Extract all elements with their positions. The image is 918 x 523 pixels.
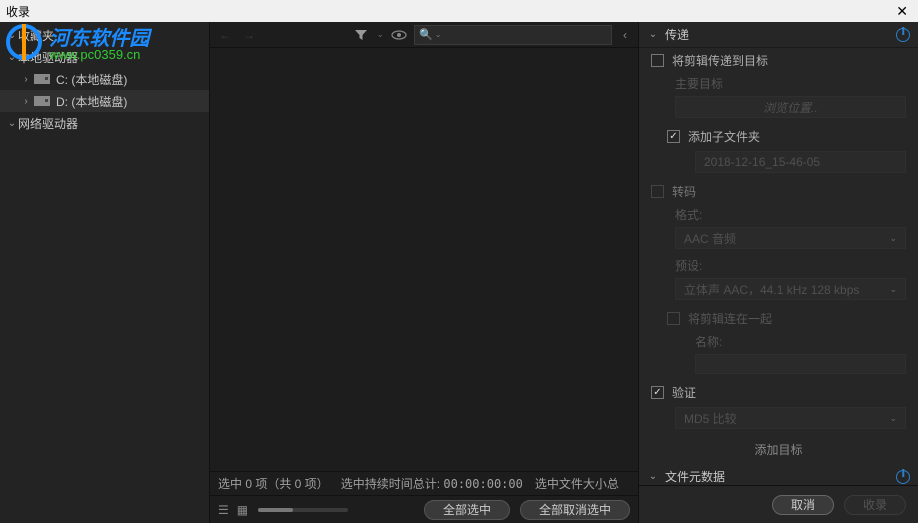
tree-label: 网络驱动器	[18, 115, 78, 132]
opt-join-clips[interactable]: 将剪辑连在一起	[639, 306, 918, 331]
chevron-down-icon: ⌄	[6, 30, 18, 41]
chevron-right-icon: ›	[20, 74, 32, 85]
opt-send-to-target[interactable]: 将剪辑传递到目标	[639, 48, 918, 73]
filter-icon[interactable]	[352, 26, 370, 44]
ingest-button[interactable]: 收录	[844, 495, 906, 515]
section-title: 文件元数据	[665, 468, 725, 485]
toolbar: ← → ⌄ 🔍 ⌄ ‹	[210, 22, 638, 48]
label-primary-target: 主要目标	[639, 73, 918, 94]
tree-label: 本地驱动器	[18, 49, 78, 66]
tree-label: 收藏夹	[18, 27, 54, 44]
status-duration: 选中持续时间总计: 00:00:00:00	[341, 475, 523, 492]
tree-network-drives[interactable]: ⌄ 网络驱动器	[0, 112, 209, 134]
section-metadata[interactable]: ⌄ 文件元数据	[639, 464, 918, 485]
chevron-down-icon: ⌄	[889, 284, 897, 295]
grid-view-icon[interactable]: ▦	[237, 503, 248, 517]
forward-icon[interactable]: →	[240, 26, 258, 44]
tree-local-drives[interactable]: ⌄ 本地驱动器	[0, 46, 209, 68]
browse-location-button[interactable]: 浏览位置..	[675, 96, 906, 118]
checkbox-icon[interactable]	[667, 312, 680, 325]
back-icon[interactable]: ←	[216, 26, 234, 44]
add-target-button[interactable]: 添加目标	[639, 435, 918, 464]
file-browser[interactable]	[210, 48, 638, 471]
list-view-icon[interactable]: ☰	[218, 503, 229, 517]
chevron-down-icon: ⌄	[6, 118, 18, 129]
tree-favorites[interactable]: ⌄ 收藏夹	[0, 24, 209, 46]
label-format: 格式:	[639, 204, 918, 225]
toggle-panel-icon[interactable]: ‹	[618, 28, 632, 42]
name-input[interactable]	[695, 354, 906, 374]
opt-verify[interactable]: 验证	[639, 380, 918, 405]
deselect-all-button[interactable]: 全部取消选中	[520, 500, 630, 520]
checkbox-icon[interactable]	[651, 54, 664, 67]
tree-drive-d[interactable]: › D: (本地磁盘)	[0, 90, 209, 112]
window-title: 收录	[6, 3, 892, 20]
chevron-down-icon: ⌄	[647, 471, 659, 482]
label-preset: 预设:	[639, 255, 918, 276]
chevron-down-icon: ⌄	[889, 233, 897, 244]
section-title: 传递	[665, 26, 689, 43]
checkbox-icon[interactable]	[667, 130, 680, 143]
zoom-slider[interactable]	[258, 508, 348, 512]
subfolder-value[interactable]: 2018-12-16_15-46-05	[695, 151, 906, 173]
search-input[interactable]: 🔍 ⌄	[414, 25, 612, 45]
select-all-button[interactable]: 全部选中	[424, 500, 510, 520]
status-selected: 选中 0 项（共 0 项）	[218, 475, 329, 492]
verify-dropdown[interactable]: MD5 比较 ⌄	[675, 407, 906, 429]
label-name: 名称:	[639, 331, 918, 352]
status-bar: 选中 0 项（共 0 项） 选中持续时间总计: 00:00:00:00 选中文件…	[210, 471, 638, 495]
tree-drive-c[interactable]: › C: (本地磁盘)	[0, 68, 209, 90]
bottom-bar: ☰ ▦ 全部选中 全部取消选中	[210, 495, 638, 523]
preset-dropdown[interactable]: 立体声 AAC，44.1 kHz 128 kbps ⌄	[675, 278, 906, 300]
checkbox-icon[interactable]	[651, 185, 664, 198]
visibility-icon[interactable]	[390, 26, 408, 44]
section-transfer[interactable]: ⌄ 传递	[639, 22, 918, 48]
chevron-down-icon: ⌄	[6, 52, 18, 63]
search-icon: 🔍	[419, 28, 433, 41]
checkbox-icon[interactable]	[651, 386, 664, 399]
status-size: 选中文件大小总	[535, 475, 619, 492]
search-dropdown-icon: ⌄	[435, 30, 442, 39]
filter-arrow-icon: ⌄	[376, 29, 384, 40]
chevron-down-icon: ⌄	[889, 413, 897, 424]
sidebar: ⌄ 收藏夹 ⌄ 本地驱动器 › C: (本地磁盘) › D: (本地磁盘) ⌄ …	[0, 22, 210, 523]
format-dropdown[interactable]: AAC 音频 ⌄	[675, 227, 906, 249]
power-icon[interactable]	[896, 28, 910, 42]
tree-label: C: (本地磁盘)	[56, 71, 127, 88]
chevron-down-icon: ⌄	[647, 29, 659, 40]
cancel-button[interactable]: 取消	[772, 495, 834, 515]
drive-icon	[34, 74, 50, 84]
opt-transcode[interactable]: 转码	[639, 179, 918, 204]
close-icon[interactable]: ✕	[892, 3, 912, 20]
drive-icon	[34, 96, 50, 106]
opt-add-subfolder[interactable]: 添加子文件夹	[639, 124, 918, 149]
tree-label: D: (本地磁盘)	[56, 93, 127, 110]
power-icon[interactable]	[896, 470, 910, 484]
chevron-right-icon: ›	[20, 96, 32, 107]
